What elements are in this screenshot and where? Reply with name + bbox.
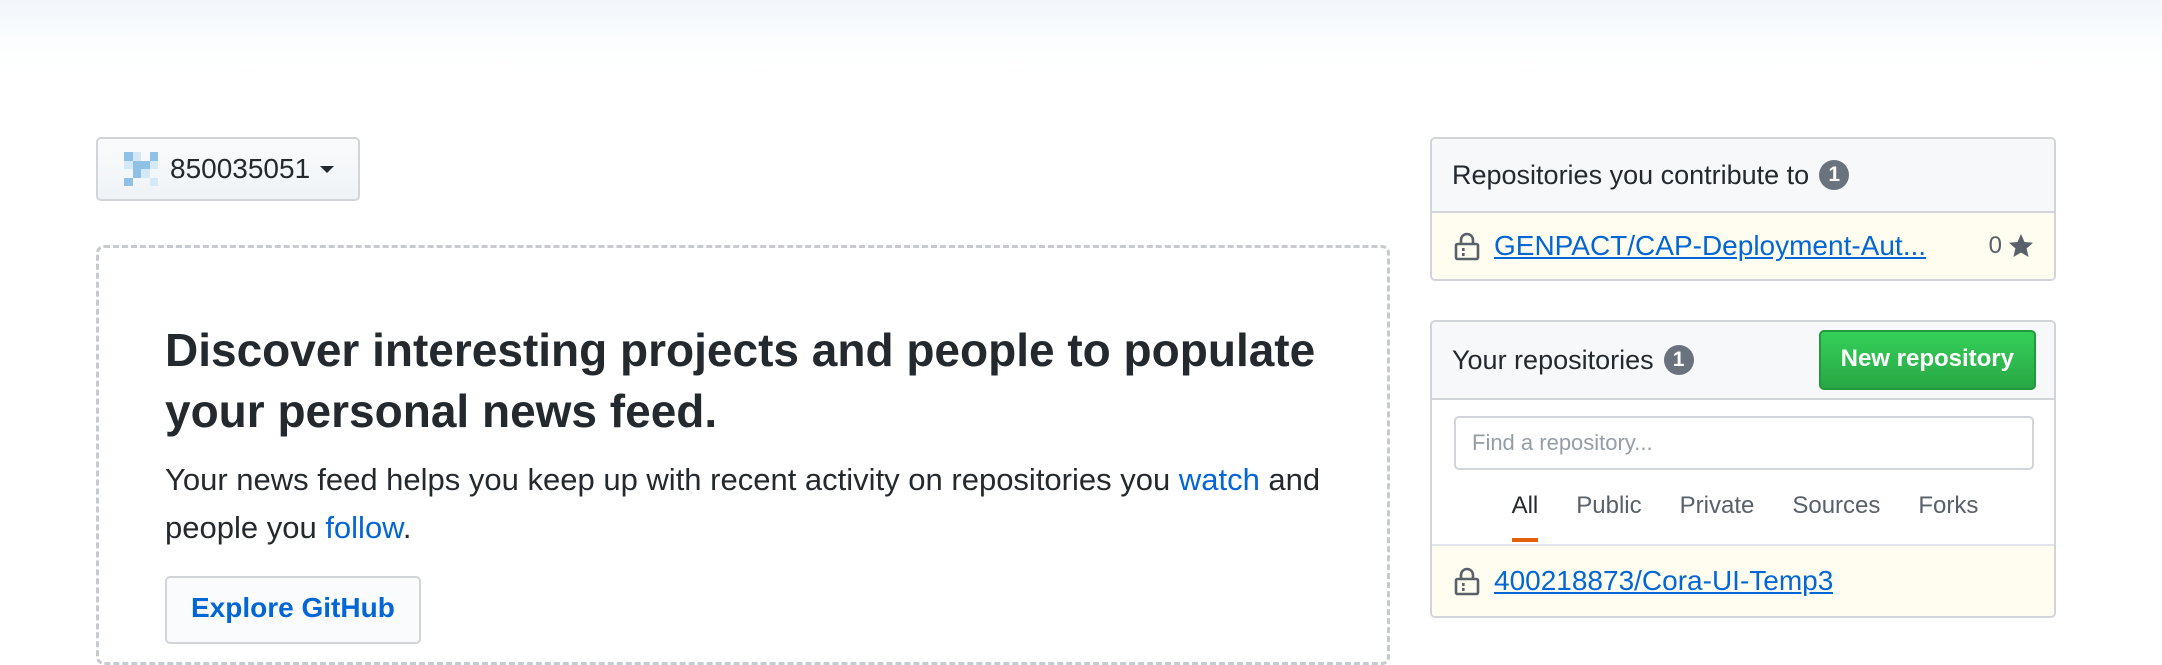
find-repository-input[interactable] (1454, 416, 2034, 470)
tab-all[interactable]: All (1511, 488, 1539, 542)
tab-public[interactable]: Public (1576, 488, 1641, 542)
star-count-value: 0 (1988, 232, 2002, 259)
your-repos-box: Your repositories 1 New repository All P… (1430, 320, 2056, 618)
lock-icon (1454, 567, 1480, 596)
tab-forks[interactable]: Forks (1918, 488, 1978, 542)
contribute-repos-count: 1 (1819, 160, 1850, 190)
tab-private[interactable]: Private (1680, 488, 1755, 542)
your-repos-header: Your repositories 1 New repository (1432, 322, 2054, 398)
avatar (124, 152, 158, 186)
explore-github-button[interactable]: Explore GitHub (165, 576, 421, 644)
repo-link[interactable]: GENPACT/CAP-Deployment-Aut... (1494, 230, 1926, 262)
divider (1432, 398, 2054, 400)
discover-heading: Discover interesting projects and people… (165, 324, 1316, 437)
discover-description: Your news feed helps you keep up with re… (165, 456, 1345, 552)
discover-text-1: Your news feed helps you keep up with re… (165, 462, 1179, 497)
discover-blankslate: Discover interesting projects and people… (96, 245, 1390, 665)
repo-link[interactable]: 400218873/Cora-UI-Temp3 (1494, 565, 1833, 597)
lock-icon (1454, 232, 1480, 261)
caret-down-icon (320, 165, 335, 173)
list-item[interactable]: 400218873/Cora-UI-Temp3 (1432, 546, 2054, 616)
new-repository-button[interactable]: New repository (1818, 330, 2036, 390)
contribute-repos-header: Repositories you contribute to 1 (1432, 139, 2054, 213)
header-background (0, 0, 2162, 70)
star-count: 0 (1989, 232, 2034, 260)
follow-link[interactable]: follow (325, 510, 403, 545)
repo-filter-tabs: All Public Private Sources Forks (1432, 488, 2054, 542)
watch-link[interactable]: watch (1179, 462, 1260, 497)
list-item[interactable]: GENPACT/CAP-Deployment-Aut... 0 (1432, 213, 2054, 279)
star-icon (2009, 234, 2033, 257)
contribute-repos-title: Repositories you contribute to (1452, 159, 1810, 190)
account-username: 850035051 (170, 153, 311, 184)
your-repos-list: 400218873/Cora-UI-Temp3 (1432, 544, 2054, 616)
contribute-repos-box: Repositories you contribute to 1 GENPACT… (1430, 137, 2056, 281)
discover-text-3: . (402, 510, 412, 545)
your-repos-title: Your repositories (1452, 344, 1654, 375)
account-switcher-button[interactable]: 850035051 (96, 137, 360, 201)
tab-sources[interactable]: Sources (1792, 488, 1880, 542)
your-repos-count: 1 (1663, 345, 1694, 375)
